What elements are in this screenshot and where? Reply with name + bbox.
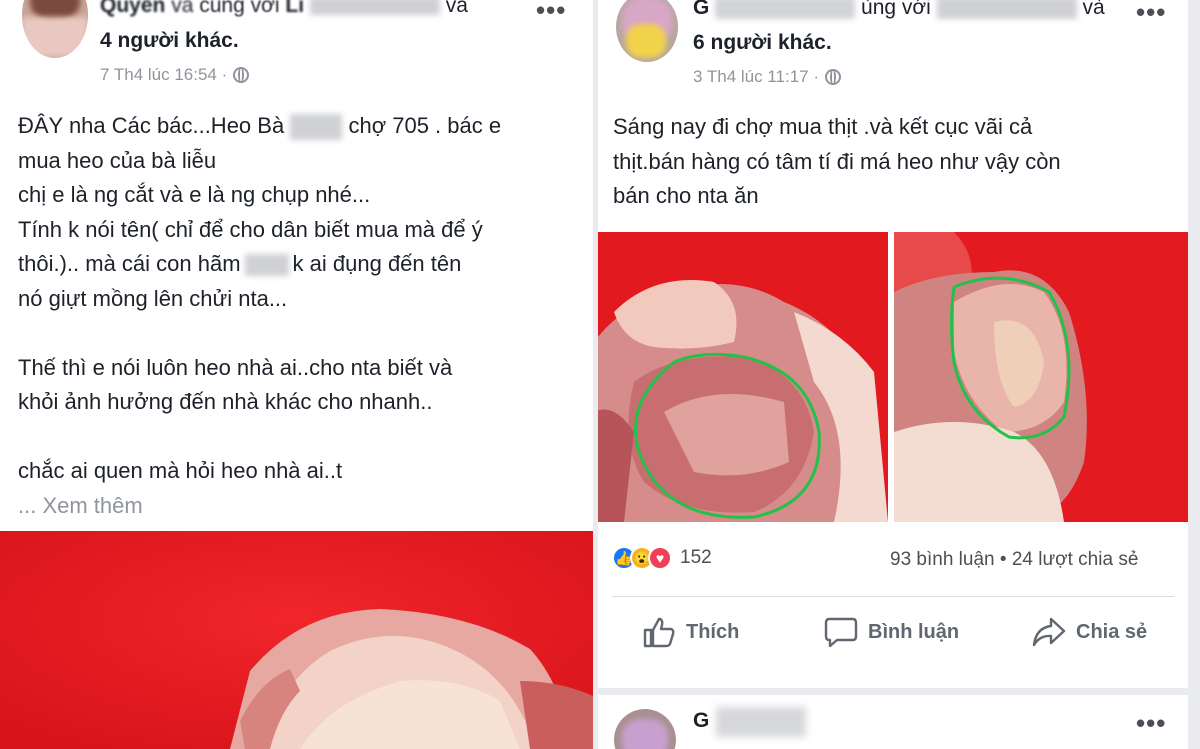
body-line: mua heo của bà liễu (18, 147, 217, 173)
post-timestamp[interactable]: 3 Th4 lúc 11:17 · (693, 67, 842, 87)
right-post: G ùng với và 6 người khác. 3 Th4 lúc 11:… (598, 0, 1188, 688)
post-author-line[interactable]: G ùng với và (693, 0, 1105, 20)
reaction-count: 152 (680, 547, 712, 568)
comment-button[interactable]: Bình luận (824, 616, 959, 648)
share-arrow-icon (1032, 617, 1066, 647)
globe-icon (233, 67, 250, 83)
love-reaction-icon: ♥ (648, 546, 672, 570)
author-and: và (445, 0, 468, 17)
body-line: Sáng nay đi chợ mua thịt .và kết cục vãi… (613, 114, 1033, 139)
body-line: chị e là ng cắt và e là ng chụp nhé... (18, 182, 371, 207)
author-with: cùng với (199, 0, 280, 17)
body-line: khỏi ảnh hưởng đến nhà khác cho nhanh.. (18, 389, 433, 414)
globe-icon (825, 69, 842, 85)
reaction-summary[interactable]: 👍 😮 ♥ 152 (612, 546, 712, 570)
meat-photo-image (894, 232, 1188, 522)
post-body: Sáng nay đi chợ mua thịt .và kết cục vãi… (613, 110, 1173, 214)
post-photo-2[interactable] (894, 232, 1188, 522)
thumbs-up-icon (643, 617, 675, 648)
tagged-others[interactable]: 4 người khác. (100, 29, 239, 53)
body-line: Tính k nói tên( chỉ để cho dân biết mua … (18, 216, 483, 242)
body-line: ĐÂY nha Các bác...Heo Bà (18, 113, 285, 138)
more-dots-icon[interactable]: ••• (536, 0, 566, 23)
author-avatar[interactable] (616, 0, 678, 62)
more-dots-icon[interactable]: ••• (1136, 710, 1166, 736)
body-line: Thế thì e nói luôn heo nhà ai..cho nta b… (18, 354, 453, 380)
meat-photo-image (0, 531, 593, 749)
like-label: Thích (686, 620, 740, 643)
author-with: ùng với (861, 0, 931, 19)
body-line: nó giựt mồng lên chửi nta... (18, 285, 288, 311)
body-line: chắc ai quen mà hỏi heo nhà ai..t (18, 458, 343, 483)
tagged-name: Li (285, 0, 305, 17)
body-line: thịt.bán hàng có tâm tí đi má heo như vậ… (613, 148, 1061, 174)
engagement-stats: 93 bình luận • 24 lượt chia sẻ (890, 549, 1139, 570)
comment-count[interactable]: 93 bình luận (890, 549, 995, 570)
author-avatar[interactable] (22, 0, 88, 58)
author-and: và (1082, 0, 1105, 19)
see-more-link[interactable]: ... Xem thêm (18, 489, 588, 524)
timestamp-text: 3 Th4 lúc 11:17 · (693, 67, 820, 86)
post-author-line[interactable]: Quyên và cùng với Li và (100, 0, 468, 18)
comment-bubble-icon (824, 617, 858, 648)
body-line: chợ 705 . bác e (348, 113, 502, 138)
meat-photo-image (598, 232, 888, 522)
share-button[interactable]: Chia sẻ (1032, 616, 1147, 648)
author-avatar[interactable] (614, 709, 676, 749)
left-post: Quyên và cùng với Li và 4 người khác. 7 … (0, 0, 593, 749)
body-line: thôi.).. mà cái con hãm (18, 251, 241, 276)
tagged-others[interactable]: 6 người khác. (693, 31, 832, 55)
post-timestamp[interactable]: 7 Th4 lúc 16:54 · (100, 65, 250, 85)
body-line: bán cho nta ăn (613, 183, 759, 208)
divider (612, 596, 1174, 597)
author-name: G (693, 0, 710, 19)
post-body: ĐÂY nha Các bác...Heo Bà chợ 705 . bác e… (18, 109, 588, 523)
post-photo-1[interactable] (598, 232, 888, 522)
comment-label: Bình luận (868, 620, 960, 643)
author-name: Quyên (100, 0, 166, 17)
share-count[interactable]: 24 lượt chia sẻ (1012, 549, 1139, 570)
body-line: k ai đụng đến tên (292, 251, 462, 276)
author-connector: và (171, 0, 194, 17)
share-label: Chia sẻ (1076, 620, 1148, 643)
timestamp-text: 7 Th4 lúc 16:54 · (100, 65, 228, 84)
author-name[interactable]: G (693, 709, 709, 733)
more-dots-icon[interactable]: ••• (1136, 0, 1166, 25)
third-post: G ••• (598, 695, 1188, 749)
like-button[interactable]: Thích (642, 616, 739, 648)
post-photo[interactable] (0, 531, 593, 749)
